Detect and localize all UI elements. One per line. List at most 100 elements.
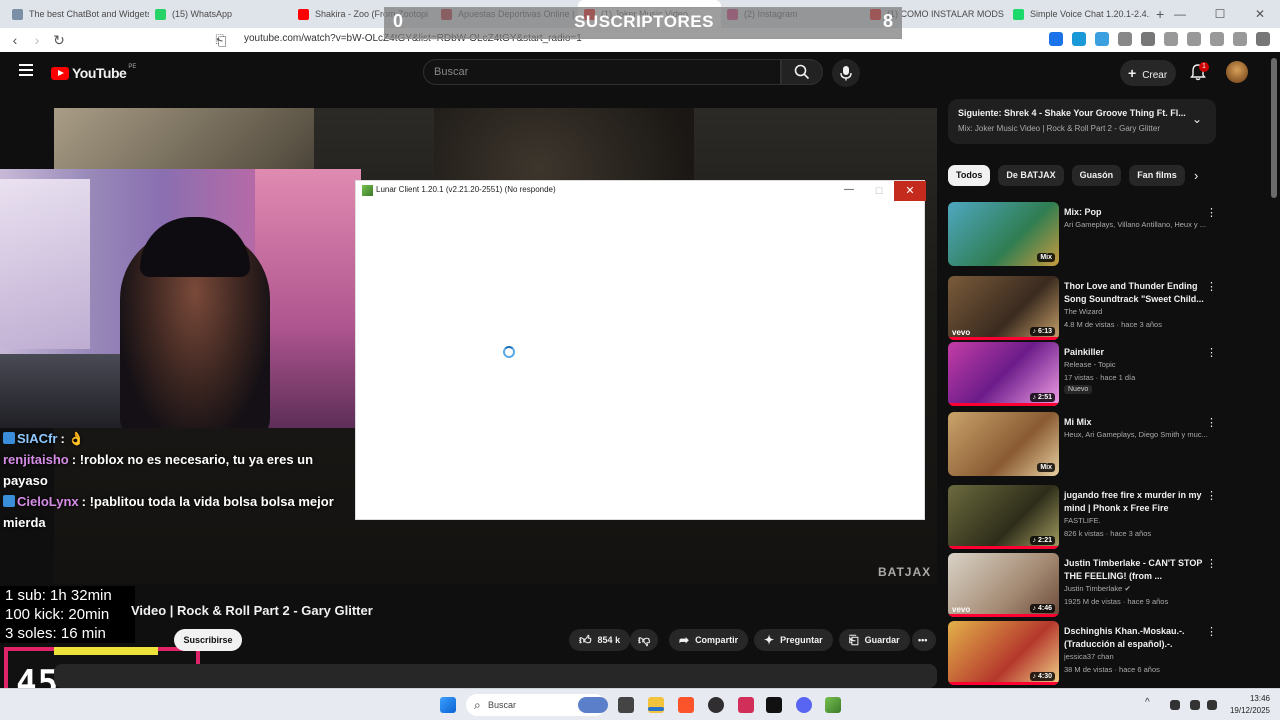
chevron-up-icon[interactable]: ^ xyxy=(1145,697,1155,713)
video-thumbnail[interactable]: Mix xyxy=(948,202,1059,266)
windows-start-icon[interactable] xyxy=(440,697,456,713)
lunar-minimize-button[interactable]: — xyxy=(836,181,862,201)
lunar-taskbar-icon[interactable] xyxy=(825,697,841,713)
plus-icon: + xyxy=(1128,65,1137,81)
youtube-play-icon xyxy=(51,66,69,80)
more-actions-button[interactable]: ••• xyxy=(912,629,936,651)
browser-tab[interactable]: Simple Voice Chat 1.20.1-2.4.1 xyxy=(1007,0,1150,28)
chevron-down-icon[interactable]: ⌄ xyxy=(1192,112,1202,126)
shield-icon[interactable] xyxy=(1233,32,1247,46)
aria-icon[interactable] xyxy=(738,697,754,713)
video-thumbnail[interactable]: ♪ 2:51 xyxy=(948,342,1059,406)
recommendation-item[interactable]: ♪ 2:21 jugando free fire x murder in my m… xyxy=(948,485,1218,549)
volume-icon[interactable] xyxy=(1190,700,1200,710)
wifi-icon[interactable] xyxy=(1170,700,1180,710)
subscriber-goal-label: SUSCRIPTORES xyxy=(574,12,714,31)
browser-tab[interactable]: (15) WhatsApp xyxy=(149,0,292,28)
task-view-icon[interactable] xyxy=(618,697,634,713)
webcam-cabinet xyxy=(255,169,361,428)
windows-taskbar: Buscar ^ 13:46 19/12/2025 xyxy=(0,688,1280,720)
more-options-icon[interactable]: ⋮ xyxy=(1206,206,1217,219)
save-button[interactable]: ⎗ Guardar xyxy=(839,629,910,651)
subscribe-button[interactable]: Suscribirse xyxy=(174,629,242,651)
extension-icon[interactable] xyxy=(1049,32,1063,46)
more-options-icon[interactable]: ⋮ xyxy=(1206,489,1217,502)
taskbar-app-icon[interactable] xyxy=(578,697,608,713)
brave-icon[interactable] xyxy=(678,697,694,713)
ask-button[interactable]: ✦ Preguntar xyxy=(754,629,833,651)
video-thumbnail[interactable]: vevo ♪ 4:46 xyxy=(948,553,1059,617)
more-options-icon[interactable]: ⋮ xyxy=(1206,557,1217,570)
recommendation-title[interactable]: Dschinghis Khan.-Moskau.-. (Traducción a… xyxy=(1064,625,1204,651)
window-minimize-button[interactable]: — xyxy=(1160,7,1200,21)
create-button[interactable]: + Crear xyxy=(1120,60,1176,86)
chat-text: : 👌 xyxy=(60,431,85,446)
chip-all[interactable]: Todos xyxy=(948,165,991,186)
capcut-icon[interactable] xyxy=(766,697,782,713)
sparkle-icon: ✦ xyxy=(764,633,775,647)
video-thumbnail[interactable]: vevo ♪ 6:13 xyxy=(948,276,1059,340)
youtube-logo[interactable]: YouTube PE xyxy=(51,64,136,81)
more-options-icon[interactable]: ⋮ xyxy=(1206,625,1217,638)
taskbar-clock[interactable]: 13:46 19/12/2025 xyxy=(1230,693,1270,717)
video-thumbnail[interactable]: Mix xyxy=(948,412,1059,476)
recommendation-item[interactable]: vevo ♪ 6:13 Thor Love and Thunder Ending S… xyxy=(948,276,1218,340)
search-input[interactable]: Buscar xyxy=(423,59,781,85)
webcam-window-light xyxy=(0,179,90,349)
window-maximize-button[interactable]: ☐ xyxy=(1200,7,1240,21)
recommendation-meta: 38 M de vistas · hace 6 años xyxy=(1064,665,1160,674)
voice-search-button[interactable] xyxy=(832,59,860,87)
recommendation-title[interactable]: Painkiller xyxy=(1064,346,1204,359)
forward-icon[interactable]: › xyxy=(26,32,48,48)
avatar[interactable] xyxy=(1226,61,1248,83)
puzzle-icon[interactable] xyxy=(1118,32,1132,46)
recommendation-title[interactable]: Mix: Pop xyxy=(1064,206,1204,219)
file-explorer-icon[interactable] xyxy=(648,707,664,711)
window-close-button[interactable]: ✕ xyxy=(1240,7,1280,21)
sidebar-icon[interactable] xyxy=(1187,32,1201,46)
search-button[interactable] xyxy=(781,59,823,85)
extension-icon[interactable] xyxy=(1072,32,1086,46)
download-icon[interactable] xyxy=(1164,32,1178,46)
dislike-button[interactable]: 👎︎ xyxy=(630,629,658,651)
back-icon[interactable]: ‹ xyxy=(4,32,26,48)
page-scrollbar[interactable] xyxy=(1268,52,1280,688)
recommendation-title[interactable]: Mi Mix xyxy=(1064,416,1204,429)
chip-guason[interactable]: Guasón xyxy=(1071,165,1122,186)
recommendation-title[interactable]: Justin Timberlake - CAN'T STOP THE FEELI… xyxy=(1064,557,1204,583)
bookmark-icon[interactable]: ⎗ xyxy=(210,32,232,49)
discord-icon[interactable] xyxy=(796,697,812,713)
extension-icon[interactable] xyxy=(1141,32,1155,46)
video-thumbnail[interactable]: ♪ 2:21 xyxy=(948,485,1059,549)
more-options-icon[interactable]: ⋮ xyxy=(1206,346,1217,359)
video-thumbnail[interactable]: ♪ 4:30 xyxy=(948,621,1059,685)
up-next-card[interactable]: Siguiente: Shrek 4 - Shake Your Groove T… xyxy=(948,99,1216,144)
lunar-close-button[interactable]: ✕ xyxy=(894,181,926,201)
recommendation-item[interactable]: Mix Mix: Pop Ari Gameplays, Villano Antill… xyxy=(948,202,1218,266)
obs-icon[interactable] xyxy=(708,697,724,713)
battery-icon[interactable] xyxy=(1207,700,1217,710)
history-icon[interactable] xyxy=(1210,32,1224,46)
menu-icon[interactable] xyxy=(1256,32,1270,46)
recommendation-title[interactable]: Thor Love and Thunder Ending Song Soundt… xyxy=(1064,280,1204,306)
more-options-icon[interactable]: ⋮ xyxy=(1206,416,1217,429)
description-box[interactable] xyxy=(54,664,937,688)
lunar-maximize-button[interactable]: ☐ xyxy=(866,181,892,201)
browser-tab[interactable]: The best ChatBot and Widgets xyxy=(6,0,149,28)
recommendation-item[interactable]: ♪ 4:30 Dschinghis Khan.-Moskau.-. (Traduc… xyxy=(948,621,1218,685)
chip-fan-films[interactable]: Fan films xyxy=(1129,165,1185,186)
share-button[interactable]: ➦ Compartir xyxy=(669,629,749,651)
lunar-titlebar[interactable]: Lunar Client 1.20.1 (v2.21.20-2551) (No … xyxy=(356,181,926,201)
like-button[interactable]: 👍︎ 854 k xyxy=(569,629,631,651)
extension-icon[interactable] xyxy=(1095,32,1109,46)
chevron-right-icon[interactable]: › xyxy=(1194,168,1198,183)
reload-icon[interactable]: ↻ xyxy=(48,32,70,49)
recommendation-item[interactable]: vevo ♪ 4:46 Justin Timberlake - CAN'T STOP… xyxy=(948,553,1218,617)
recommendation-item[interactable]: Mix Mi Mix Heux, Ari Gameplays, Diego Smit… xyxy=(948,412,1218,476)
hamburger-menu-icon[interactable] xyxy=(19,64,33,76)
recommendation-title[interactable]: jugando free fire x murder in my mind | … xyxy=(1064,489,1204,515)
chip-batjax[interactable]: De BATJAX xyxy=(998,165,1064,186)
scrollbar-thumb[interactable] xyxy=(1271,58,1277,198)
more-options-icon[interactable]: ⋮ xyxy=(1206,280,1217,293)
recommendation-item[interactable]: ♪ 2:51 Painkiller Release - Topic 17 vistas… xyxy=(948,342,1218,406)
